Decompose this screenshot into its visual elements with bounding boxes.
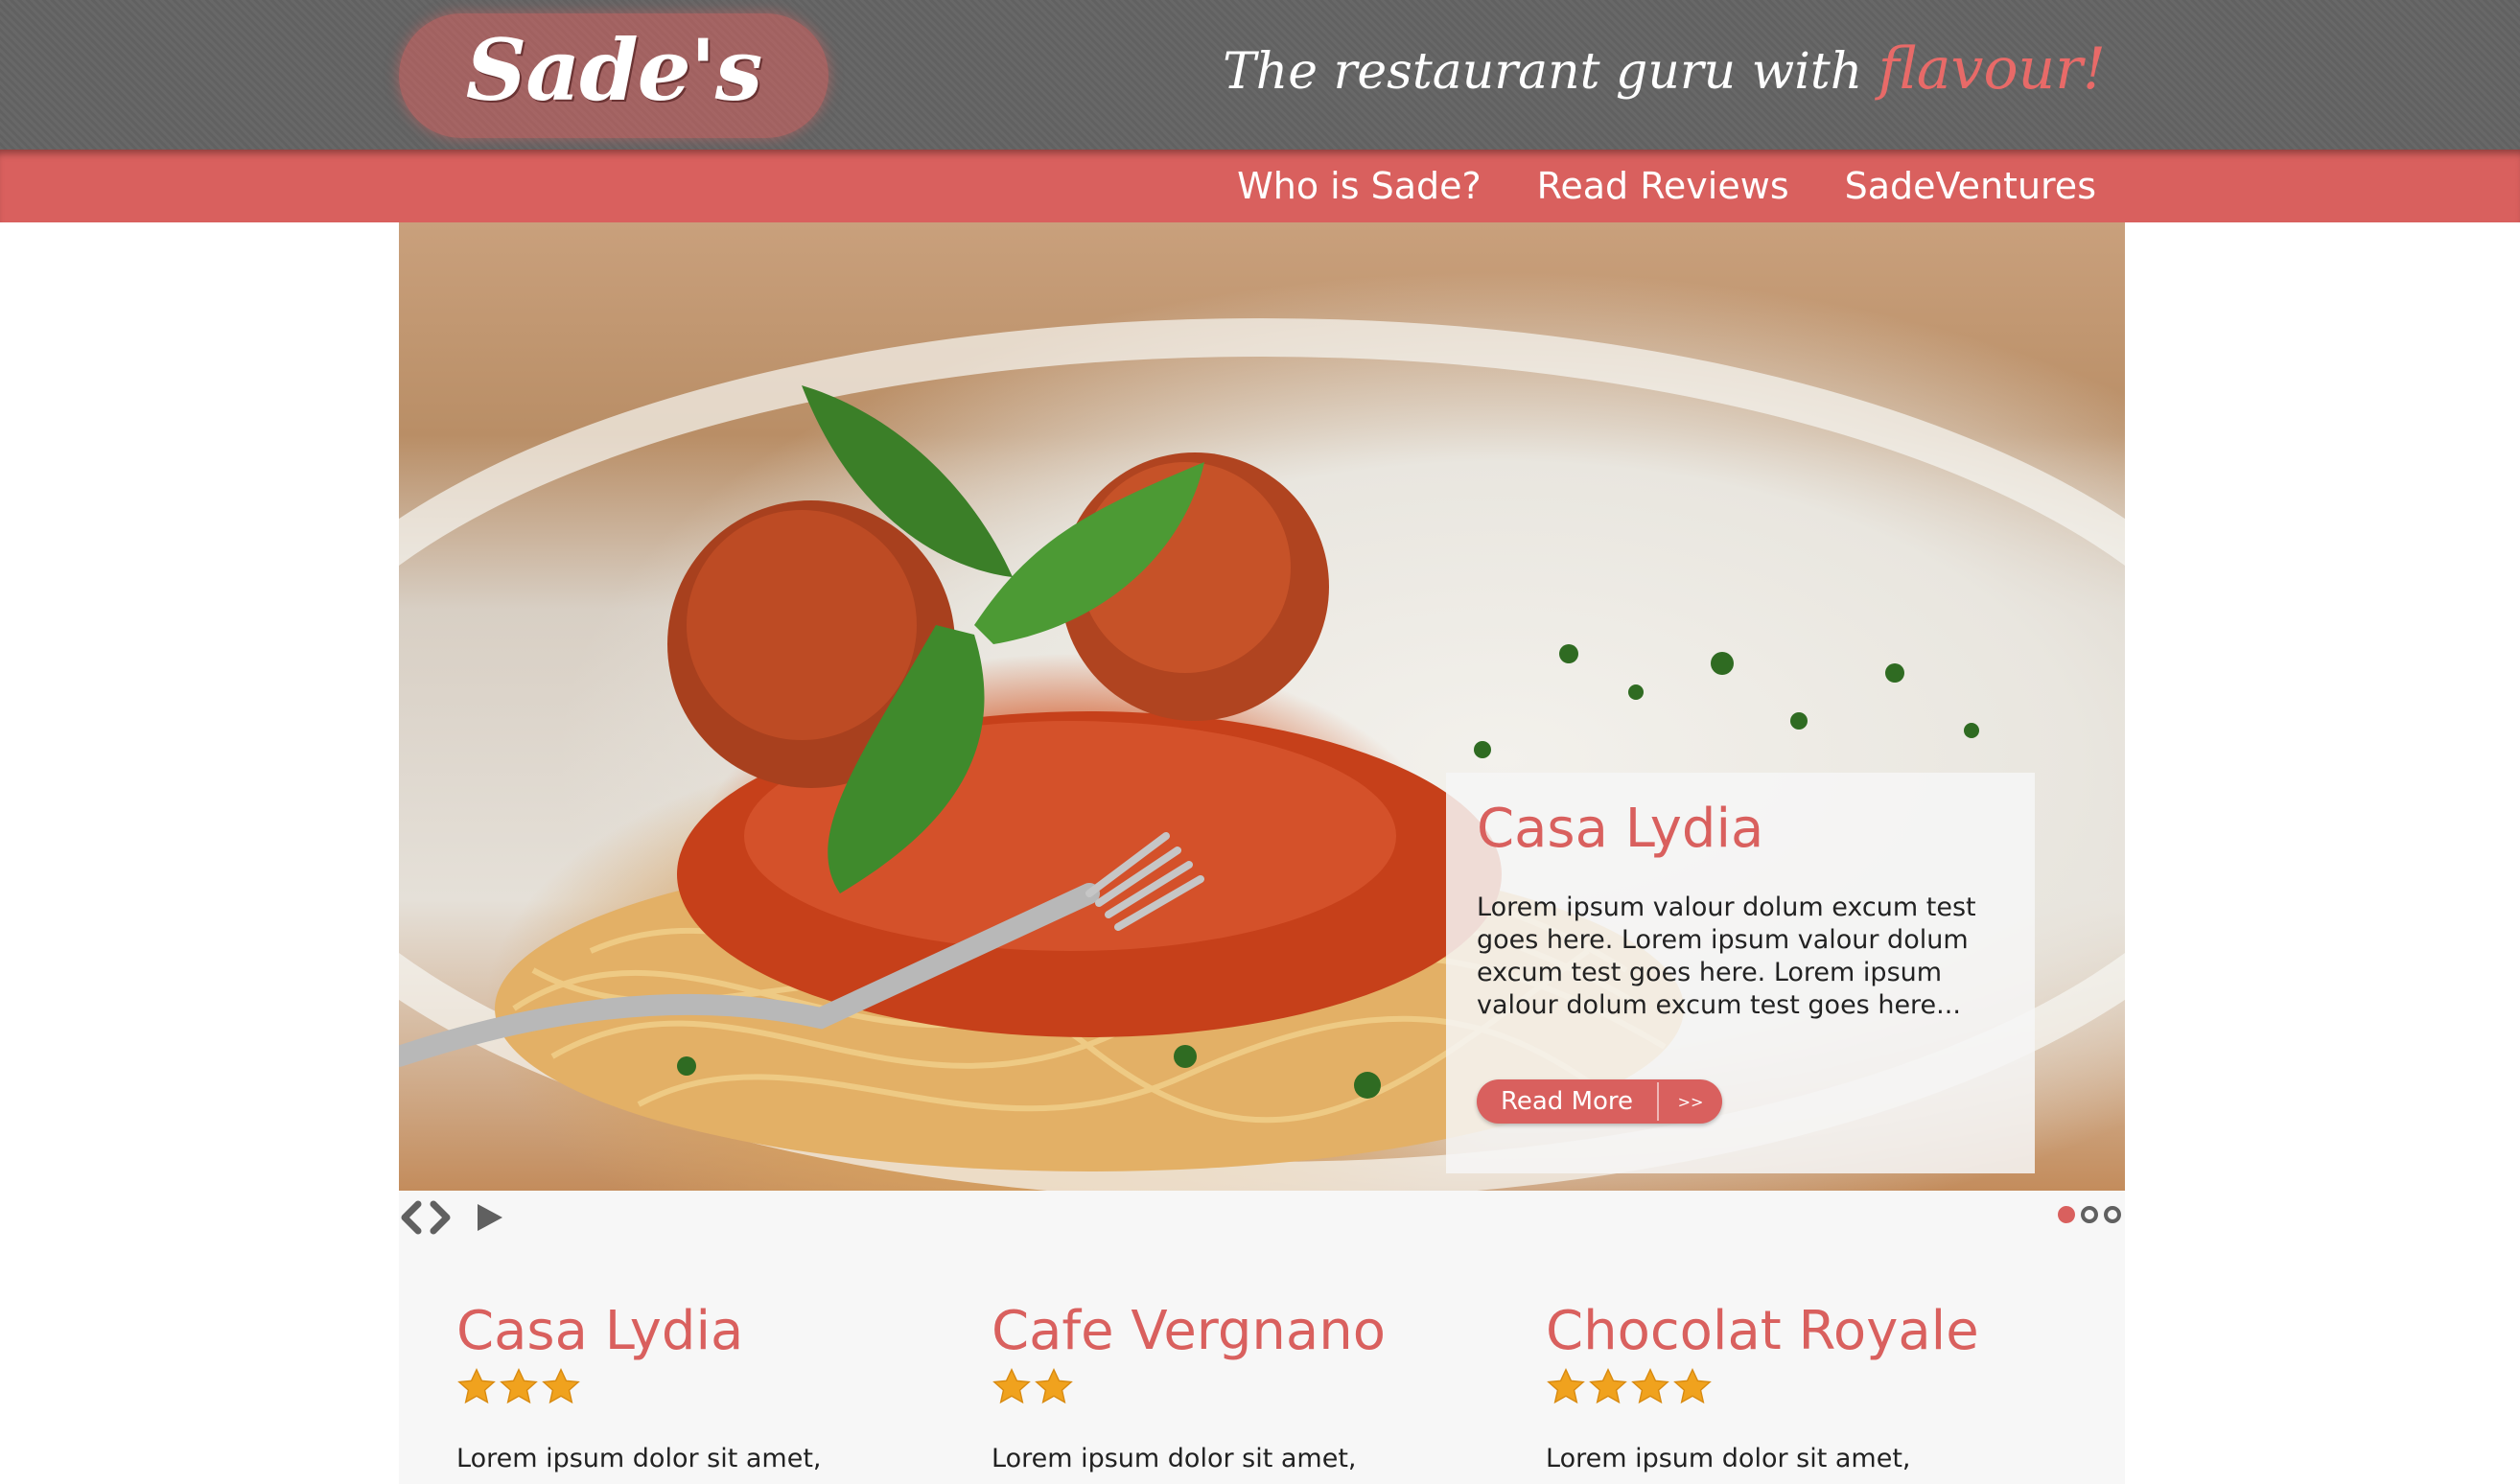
tagline-text: The restaurant guru with [1223,43,1863,101]
site-tagline: The restaurant guru with flavour! [1223,21,2106,117]
chevron-right-icon[interactable] [428,1198,453,1237]
nav-item-read-reviews[interactable]: Read Reviews [1537,150,1789,222]
nav-item-sadeventures[interactable]: SadeVentures [1845,150,2096,222]
card-excerpt: Lorem ipsum dolor sit amet, [992,1444,1357,1473]
star-icon [1673,1367,1712,1404]
star-rating [456,1367,822,1409]
restaurant-card[interactable]: Chocolat Royale Lorem ipsum dolor sit am… [1546,1298,1979,1473]
site-logo[interactable]: Sade's List [399,8,828,244]
hero-title: Casa Lydia [1477,798,1764,860]
star-icon [542,1367,580,1404]
card-title[interactable]: Casa Lydia [456,1298,822,1365]
star-rating [992,1367,1386,1409]
slide-dot-3[interactable] [2104,1206,2121,1223]
read-more-arrow: >> [1677,1092,1704,1111]
slide-dots [2058,1206,2121,1223]
read-more-button[interactable]: Read More >> [1477,1079,1722,1124]
hero-caption: Casa Lydia Lorem ipsum valour dolum excu… [1446,773,2035,1173]
play-icon[interactable] [474,1198,506,1237]
restaurant-card[interactable]: Cafe Vergnano Lorem ipsum dolor sit amet… [992,1298,1386,1473]
hero-slide: Casa Lydia Lorem ipsum valour dolum excu… [399,222,2125,1191]
card-title[interactable]: Cafe Vergnano [992,1298,1386,1365]
slide-dot-1[interactable] [2058,1206,2075,1223]
hero-description: Lorem ipsum valour dolum excum test goes… [1477,893,1976,1020]
card-excerpt: Lorem ipsum dolor sit amet, [1546,1444,1911,1473]
star-icon [500,1367,538,1404]
restaurant-cards: Casa Lydia Lorem ipsum dolor sit amet, C… [399,1244,2125,1484]
slider-controls [399,1191,2125,1244]
card-title[interactable]: Chocolat Royale [1546,1298,1979,1365]
restaurant-card[interactable]: Casa Lydia Lorem ipsum dolor sit amet, [456,1298,822,1473]
star-icon [992,1367,1031,1404]
star-rating [1546,1367,1979,1409]
main-nav: Who is Sade? Read Reviews SadeVentures [1237,150,2096,222]
star-icon [1547,1367,1585,1404]
chevron-left-icon[interactable] [399,1198,424,1237]
logo-text: Sade's List [465,20,763,244]
star-icon [1035,1367,1073,1404]
nav-item-who-is-sade[interactable]: Who is Sade? [1237,150,1482,222]
card-excerpt: Lorem ipsum dolor sit amet, [456,1444,822,1473]
read-more-label: Read More [1477,1082,1659,1121]
star-icon [1631,1367,1669,1404]
star-icon [457,1367,496,1404]
star-icon [1589,1367,1627,1404]
tagline-accent: flavour! [1878,35,2106,103]
slide-dot-2[interactable] [2081,1206,2098,1223]
